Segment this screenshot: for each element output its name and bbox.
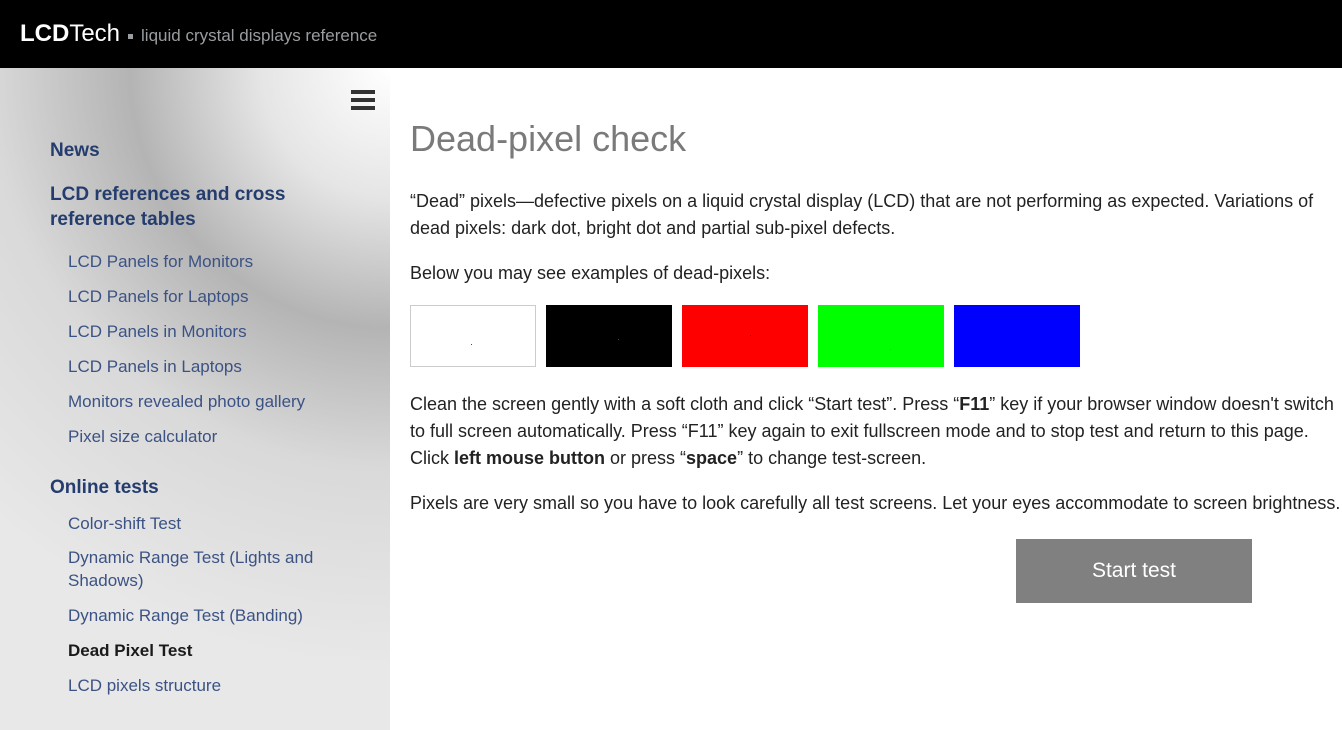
swatch-black <box>546 305 672 367</box>
tip-paragraph: Pixels are very small so you have to loo… <box>410 490 1342 517</box>
swatch-white <box>410 305 536 367</box>
sidebar-link-photo-gallery[interactable]: Monitors revealed photo gallery <box>68 391 360 414</box>
sidebar-link-pixel-calculator[interactable]: Pixel size calculator <box>68 426 360 449</box>
dead-pixel-swatches <box>410 305 1342 367</box>
start-test-button[interactable]: Start test <box>1016 539 1252 603</box>
swatch-blue <box>954 305 1080 367</box>
swatch-green <box>818 305 944 367</box>
logo-dot <box>128 34 133 39</box>
left-mouse-button-label: left mouse button <box>454 448 605 468</box>
sidebar-link-panels-in-monitors[interactable]: LCD Panels in Monitors <box>68 321 360 344</box>
sidebar-tests-sublist: Color-shift Test Dynamic Range Test (Lig… <box>68 513 360 699</box>
sidebar-nav: News LCD references and cross reference … <box>50 138 360 698</box>
sidebar-link-news[interactable]: News <box>50 138 360 164</box>
f11-key: F11 <box>959 394 989 414</box>
sidebar-link-panels-in-laptops[interactable]: LCD Panels in Laptops <box>68 356 360 379</box>
site-header: LCDTech liquid crystal displays referenc… <box>0 0 1342 68</box>
sidebar-link-color-shift[interactable]: Color-shift Test <box>68 513 360 536</box>
sidebar-link-references[interactable]: LCD references and cross reference table… <box>50 182 360 233</box>
sidebar-link-panels-monitors[interactable]: LCD Panels for Monitors <box>68 251 360 274</box>
examples-lead: Below you may see examples of dead-pixel… <box>410 260 1342 287</box>
logo-tagline: liquid crystal displays reference <box>141 26 377 46</box>
sidebar-link-dead-pixel-test[interactable]: Dead Pixel Test <box>68 640 360 663</box>
sidebar-link-panels-laptops[interactable]: LCD Panels for Laptops <box>68 286 360 309</box>
sidebar-link-dynamic-range-lights[interactable]: Dynamic Range Test (Lights and Shadows) <box>68 547 360 593</box>
sidebar: News LCD references and cross reference … <box>0 68 390 730</box>
instructions-paragraph: Clean the screen gently with a soft clot… <box>410 391 1342 472</box>
page-title: Dead-pixel check <box>410 118 1342 160</box>
logo-text: LCDTech <box>20 20 120 48</box>
swatch-red <box>682 305 808 367</box>
menu-toggle-icon[interactable] <box>351 90 375 110</box>
site-logo[interactable]: LCDTech liquid crystal displays referenc… <box>20 20 377 48</box>
main-content: Dead-pixel check “Dead” pixels—defective… <box>390 68 1342 730</box>
sidebar-link-pixels-structure[interactable]: LCD pixels structure <box>68 675 360 698</box>
intro-paragraph: “Dead” pixels—defective pixels on a liqu… <box>410 188 1342 242</box>
sidebar-reference-sublist: LCD Panels for Monitors LCD Panels for L… <box>68 251 360 449</box>
sidebar-heading-online-tests: Online tests <box>50 477 360 499</box>
space-key-label: space <box>686 448 737 468</box>
sidebar-link-dynamic-range-banding[interactable]: Dynamic Range Test (Banding) <box>68 605 360 628</box>
